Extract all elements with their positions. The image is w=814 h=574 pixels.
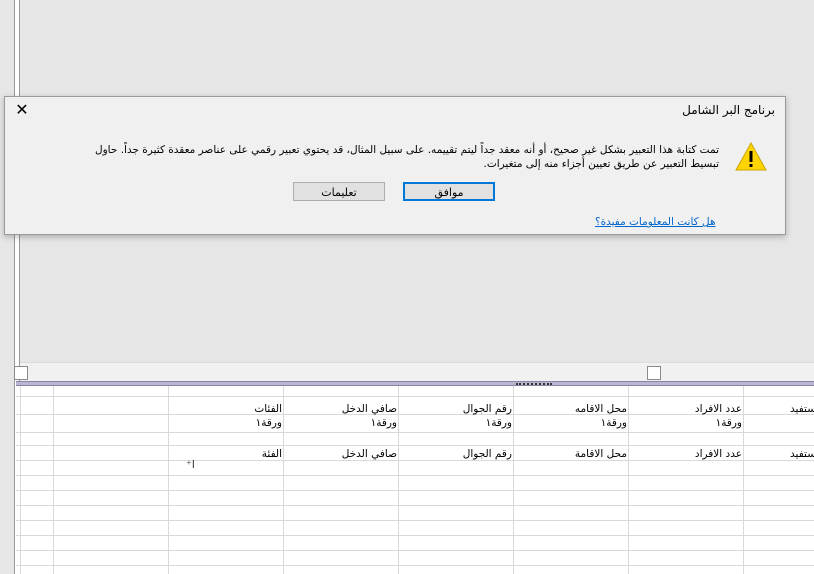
grid-cell[interactable]: ستفيد [790, 448, 814, 460]
grid-cell[interactable]: رقم الجوال [463, 403, 512, 415]
grid-cell[interactable]: محل الاقامة [575, 448, 627, 460]
grid-cell[interactable]: ورقة١ [601, 417, 627, 429]
grid-cell[interactable]: ورقة١ [486, 417, 512, 429]
close-icon[interactable]: ✕ [13, 101, 31, 119]
dialog-message: تمت كتابة هذا التعبير بشكل غير صحيح، أو … [94, 144, 719, 170]
grid-cell[interactable]: الفئة [262, 448, 282, 460]
grid-cell[interactable]: ورقة١ [371, 417, 397, 429]
grid-cell[interactable]: صافي الدخل [342, 403, 397, 415]
grid-cell[interactable]: محل الاقامه [575, 403, 627, 415]
grid-cell[interactable]: ستفيد [790, 403, 814, 415]
grid-cell[interactable]: رقم الجوال [463, 448, 512, 460]
feedback-link[interactable]: هل كانت المعلومات مفيدة؟ [595, 216, 715, 228]
grid-cell[interactable]: عدد الافراد [695, 403, 742, 415]
warning-icon [735, 141, 767, 171]
ok-button[interactable]: موافق [403, 182, 495, 201]
section-strip [14, 362, 814, 383]
help-button[interactable]: تعليمات [293, 182, 385, 201]
error-dialog: برنامج البر الشامل ✕ تمت كتابة هذا التعب… [4, 96, 786, 235]
grid-cell[interactable]: عدد الافراد [695, 448, 742, 460]
resize-handle-left[interactable] [14, 366, 28, 380]
grid-cell[interactable]: الفئات [254, 403, 282, 415]
query-design-grid[interactable]: ستفيد عدد الافراد محل الاقامه رقم الجوال… [16, 386, 814, 574]
dialog-title: برنامج البر الشامل [682, 103, 775, 117]
grid-cell[interactable]: ورقة١ [256, 417, 282, 429]
grid-cell[interactable]: صافي الدخل [342, 448, 397, 460]
resize-handle-right[interactable] [647, 366, 661, 380]
text-cursor-icon: ⁺I [186, 458, 196, 471]
grid-cell[interactable]: ورقة١ [716, 417, 742, 429]
